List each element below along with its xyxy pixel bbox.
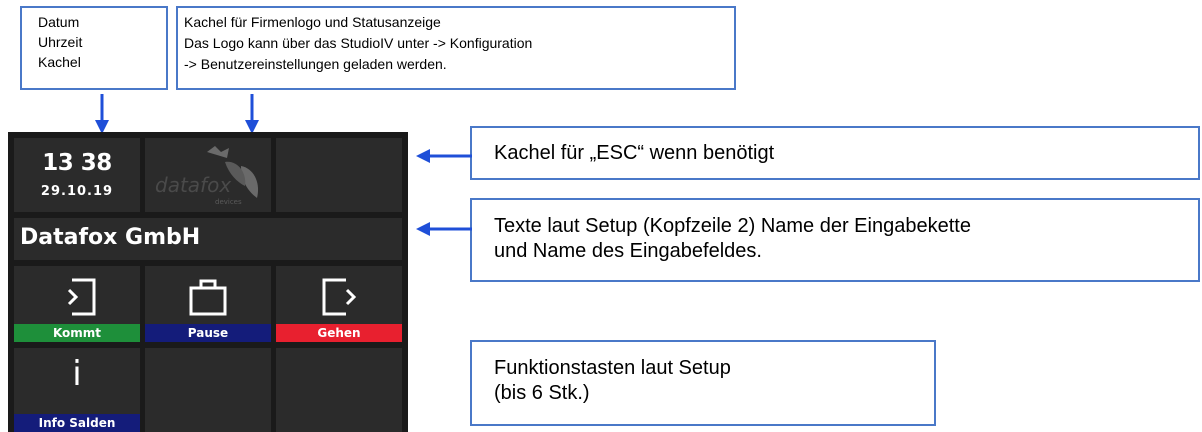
empty-function-tile-1 bbox=[145, 348, 271, 432]
logo-sub-text: devices bbox=[215, 198, 242, 206]
callout-texts: Texte laut Setup (Kopfzeile 2) Name der … bbox=[470, 198, 1200, 282]
info-salden-button[interactable]: i Info Salden bbox=[14, 348, 140, 432]
callout-functions-line-2: (bis 6 Stk.) bbox=[494, 382, 590, 404]
callout-datetime-line-2: Uhrzeit bbox=[38, 34, 83, 50]
callout-texts-line-1: Texte laut Setup (Kopfzeile 2) Name der … bbox=[494, 215, 971, 237]
callout-datetime-line-1: Datum bbox=[38, 14, 80, 30]
gehen-button[interactable]: Gehen bbox=[276, 266, 402, 342]
arrow-down-logo bbox=[245, 94, 259, 134]
gehen-label: Gehen bbox=[276, 324, 402, 342]
arrow-left-texts bbox=[416, 222, 472, 236]
kommt-button[interactable]: Kommt bbox=[14, 266, 140, 342]
callout-datetime-line-3: Kachel bbox=[38, 54, 81, 70]
header-text-row: Datafox GmbH bbox=[14, 218, 402, 260]
arrow-down-datetime bbox=[95, 94, 109, 134]
callout-functions-line-1: Funktionstasten laut Setup bbox=[494, 357, 731, 379]
clock-time: 13 38 bbox=[42, 150, 112, 176]
kommt-label: Kommt bbox=[14, 324, 140, 342]
logout-icon bbox=[322, 278, 357, 316]
header-text: Datafox GmbH bbox=[20, 225, 201, 250]
clock-tile: 13 38 29.10.19 bbox=[14, 138, 140, 212]
esc-tile[interactable] bbox=[276, 138, 402, 212]
logo-tile: datafox devices bbox=[145, 138, 271, 212]
pause-button[interactable]: Pause bbox=[145, 266, 271, 342]
callout-logo-line-1: Kachel für Firmenlogo und Statusanzeige bbox=[184, 14, 441, 30]
callout-functions: Funktionstasten laut Setup (bis 6 Stk.) bbox=[470, 340, 936, 426]
device-screen: 13 38 29.10.19 datafox devices Datafox G… bbox=[8, 132, 408, 432]
login-icon bbox=[67, 278, 96, 316]
arrow-left-esc bbox=[416, 149, 472, 163]
clock-date: 29.10.19 bbox=[40, 184, 114, 199]
callout-esc: Kachel für „ESC“ wenn benötigt bbox=[470, 126, 1200, 180]
callout-logo-line-3: -> Benutzereinstellungen geladen werden. bbox=[184, 56, 447, 72]
pause-label: Pause bbox=[145, 324, 271, 342]
callout-datetime: Datum Uhrzeit Kachel bbox=[20, 6, 168, 90]
logo-brand-text: datafox bbox=[155, 173, 231, 197]
info-icon: i bbox=[72, 354, 82, 394]
callout-esc-line-1: Kachel für „ESC“ wenn benötigt bbox=[494, 142, 775, 164]
info-salden-label: Info Salden bbox=[14, 414, 140, 432]
callout-logo: Kachel für Firmenlogo und Statusanzeige … bbox=[176, 6, 736, 90]
callout-logo-line-2: Das Logo kann über das StudioIV unter ->… bbox=[184, 35, 533, 51]
callout-texts-line-2: und Name des Eingabefeldes. bbox=[494, 240, 762, 262]
empty-function-tile-2 bbox=[276, 348, 402, 432]
briefcase-icon bbox=[189, 279, 227, 316]
datafox-logo-icon: datafox devices bbox=[155, 146, 259, 206]
